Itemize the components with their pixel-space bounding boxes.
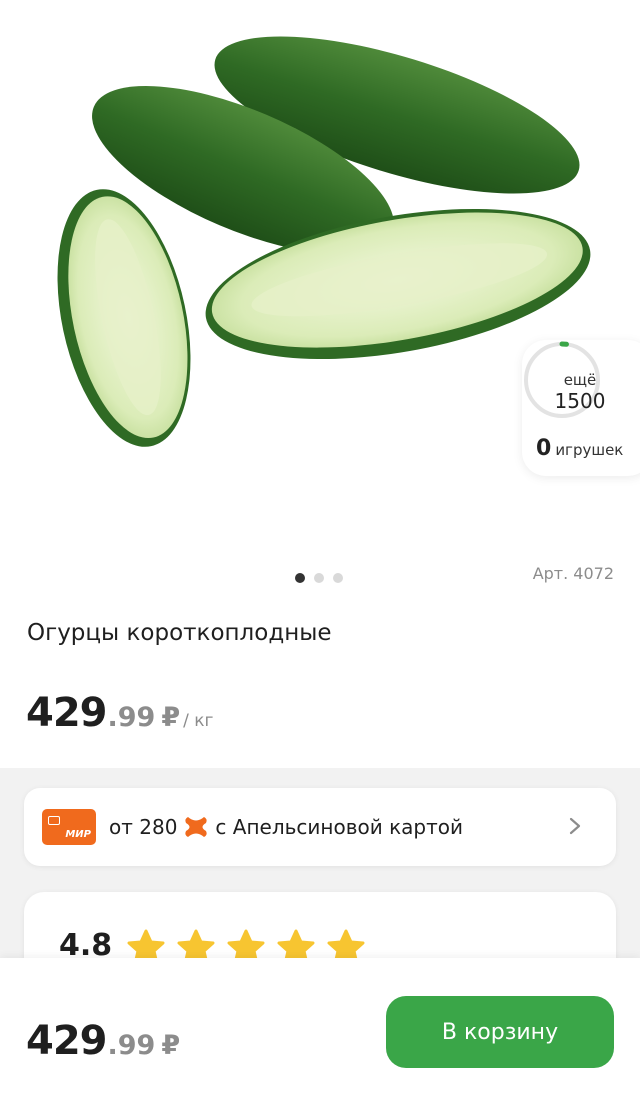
product-price: 429 .99 ₽ / кг: [26, 690, 213, 736]
product-title: Огурцы короткоплодные: [27, 620, 332, 646]
bottom-price-whole: 429: [26, 1018, 107, 1064]
price-unit: / кг: [183, 711, 214, 731]
chevron-right-icon: [569, 817, 581, 835]
promo-price: от 280: [109, 815, 178, 839]
toys-count-value: 0: [536, 436, 552, 461]
article-number: Арт. 4072: [532, 564, 614, 583]
mir-card-label: МИР: [65, 829, 91, 840]
bottom-price: 429 .99 ₽: [26, 1018, 180, 1064]
toys-ring-text: ещё 1500: [540, 352, 620, 432]
promo-text: от 280 с Апельсиновой картой: [109, 814, 463, 840]
toys-progress-widget[interactable]: ещё 1500 0 игрушек: [522, 340, 640, 476]
toys-target: 1500: [554, 388, 606, 413]
bottom-bar: 429 .99 ₽ В корзину: [0, 958, 640, 1102]
card-chip-icon: [48, 816, 60, 825]
bottom-price-currency: ₽: [161, 1030, 181, 1061]
toys-more-label: ещё: [563, 370, 597, 389]
promo-card-text: с Апельсиновой картой: [215, 815, 464, 839]
gallery-dot[interactable]: [314, 573, 324, 583]
bottom-price-fraction: .99: [107, 1030, 156, 1061]
gallery-dot[interactable]: [295, 573, 305, 583]
gallery-pagination: [295, 573, 343, 583]
toys-count: 0 игрушек: [536, 436, 623, 461]
price-currency: ₽: [161, 702, 181, 733]
add-to-cart-button[interactable]: В корзину: [386, 996, 614, 1068]
gallery-dot[interactable]: [333, 573, 343, 583]
product-image[interactable]: ещё 1500 0 игрушек: [0, 0, 640, 560]
price-whole: 429: [26, 690, 107, 736]
toys-count-label: игрушек: [555, 441, 624, 459]
mir-card-icon: МИР: [42, 809, 96, 845]
cucumbers-image: [57, 36, 591, 447]
orange-x-icon: [185, 817, 208, 837]
card-promo-banner[interactable]: МИР от 280 с Апельсиновой картой: [24, 788, 616, 866]
price-fraction: .99: [107, 702, 156, 733]
